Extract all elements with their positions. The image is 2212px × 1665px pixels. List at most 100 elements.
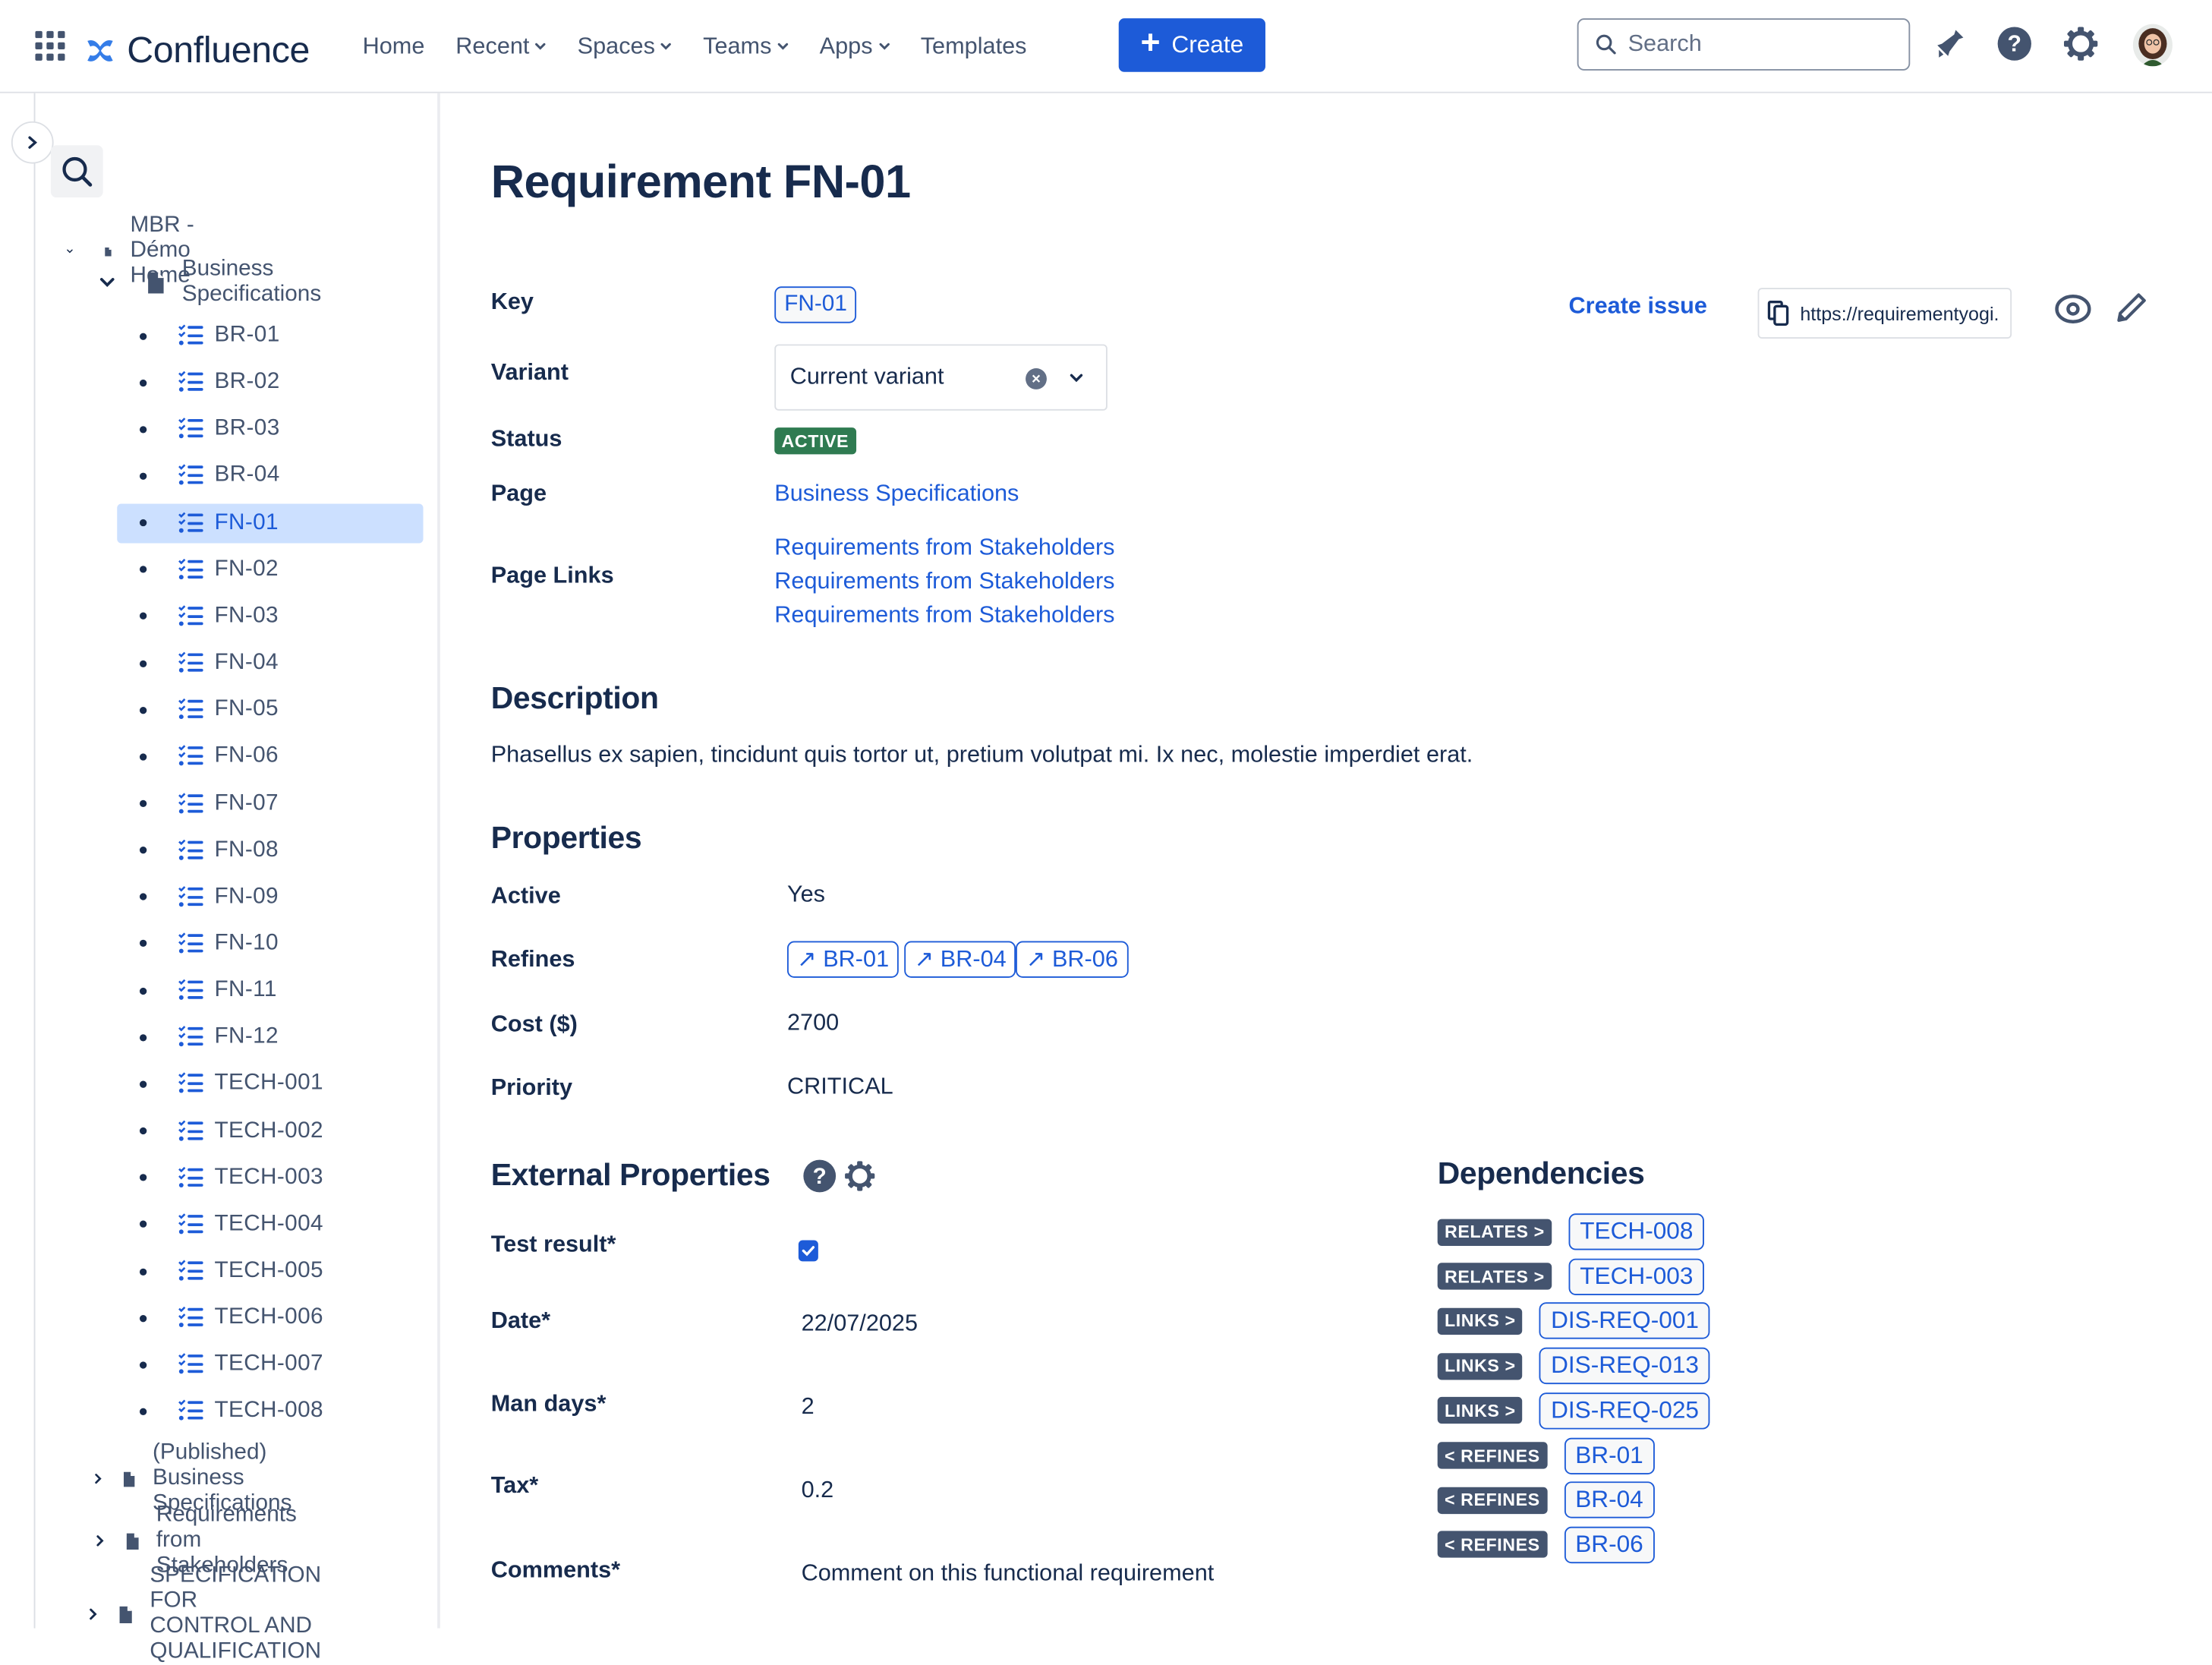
key-badge[interactable]: FN-01 xyxy=(774,286,857,323)
tree-item-fn-05[interactable]: FN-05 xyxy=(117,690,423,730)
dependency-link[interactable]: BR-01 xyxy=(1564,1436,1655,1474)
bullet-icon xyxy=(139,847,147,854)
tree-item-fn-09[interactable]: FN-09 xyxy=(117,878,423,917)
requirement-icon xyxy=(178,465,203,486)
dependency-type-badge: RELATES > xyxy=(1437,1263,1552,1290)
test-result-checkbox[interactable] xyxy=(798,1240,818,1262)
chevron-right-icon[interactable] xyxy=(93,1470,103,1487)
requirement-icon xyxy=(178,418,203,439)
requirement-icon xyxy=(178,1212,203,1235)
dependency-link[interactable]: DIS-REQ-013 xyxy=(1539,1347,1710,1385)
tree-item-tech-003[interactable]: TECH-003 xyxy=(117,1158,423,1197)
tree-item-fn-03[interactable]: FN-03 xyxy=(117,597,423,636)
nav-teams[interactable]: Teams xyxy=(703,28,789,65)
dependency-type-badge: LINKS > xyxy=(1437,1352,1523,1380)
chevron-down-icon xyxy=(661,43,672,50)
tree-item-br-01[interactable]: BR-01 xyxy=(117,316,423,355)
create-button[interactable]: + Create xyxy=(1118,18,1265,72)
tree-item-fn-10[interactable]: FN-10 xyxy=(117,924,423,963)
clear-icon[interactable]: × xyxy=(1026,368,1047,389)
help-icon[interactable]: ? xyxy=(1996,25,2033,61)
tree-item-tech-007[interactable]: TECH-007 xyxy=(117,1345,423,1385)
nav-home[interactable]: Home xyxy=(363,28,425,65)
variant-select[interactable]: Current variant × xyxy=(774,344,1108,411)
copy-url-field[interactable]: https://requirementyogi. xyxy=(1757,288,2012,339)
dependency-link[interactable]: DIS-REQ-001 xyxy=(1539,1303,1710,1340)
priority-value: CRITICAL xyxy=(786,1074,893,1099)
chevron-down-icon[interactable] xyxy=(1070,373,1084,384)
tree-item-fn-07[interactable]: FN-07 xyxy=(117,784,423,823)
dependency-row: RELATES > TECH-003 xyxy=(1437,1258,1705,1295)
page-link-item[interactable]: Requirements from Stakeholders xyxy=(774,535,1114,561)
tree-item-fn-02[interactable]: FN-02 xyxy=(117,550,423,589)
dependency-link[interactable]: BR-04 xyxy=(1564,1481,1655,1518)
page-link[interactable]: Business Specifications xyxy=(774,481,1019,508)
tree-item-fn-06[interactable]: FN-06 xyxy=(117,737,423,777)
nav-apps[interactable]: Apps xyxy=(820,28,890,65)
tree-item-fn-12[interactable]: FN-12 xyxy=(117,1017,423,1057)
dependency-link[interactable]: BR-06 xyxy=(1564,1526,1655,1563)
chevron-down-icon[interactable] xyxy=(99,275,115,289)
requirement-icon xyxy=(178,745,203,767)
confluence-logo[interactable]: Confluence xyxy=(85,28,310,72)
sidebar-search-button[interactable] xyxy=(50,145,103,198)
requirement-icon xyxy=(178,932,203,954)
tree-item-fn-11[interactable]: FN-11 xyxy=(117,971,423,1011)
dependency-row: RELATES > TECH-008 xyxy=(1437,1213,1705,1250)
description-heading: Description xyxy=(490,680,659,716)
nav-templates[interactable]: Templates xyxy=(921,28,1027,65)
search-input[interactable]: Search xyxy=(1577,18,1911,71)
tree-item-tech-002[interactable]: TECH-002 xyxy=(117,1112,423,1151)
tree-item-label: FN-04 xyxy=(214,650,279,675)
nav-recent[interactable]: Recent xyxy=(455,28,547,65)
app-switcher-icon[interactable] xyxy=(35,30,65,61)
dependency-link[interactable]: TECH-003 xyxy=(1568,1258,1705,1295)
tree-item-br-03[interactable]: BR-03 xyxy=(117,409,423,449)
refines-link[interactable]: ↗ BR-04 xyxy=(904,941,1016,978)
dependency-type-badge: < REFINES xyxy=(1437,1531,1548,1559)
tree-item-business-specifications[interactable]: Business Specifications xyxy=(99,257,321,307)
settings-icon[interactable] xyxy=(843,1160,876,1193)
page-title: Requirement FN-01 xyxy=(490,155,911,208)
dependency-link[interactable]: TECH-008 xyxy=(1568,1213,1705,1250)
requirement-icon xyxy=(178,371,203,393)
requirement-icon xyxy=(178,605,203,626)
tree-item-label: TECH-008 xyxy=(214,1399,323,1424)
notifications-icon[interactable] xyxy=(1931,25,1968,61)
tree-item-page[interactable]: SPECIFICATION FOR CONTROL AND QUALIFICATIO… xyxy=(87,1563,328,1665)
bullet-icon xyxy=(139,706,147,714)
tree-item-tech-008[interactable]: TECH-008 xyxy=(117,1392,423,1431)
chevron-down-icon[interactable] xyxy=(66,244,73,259)
tree-item-br-02[interactable]: BR-02 xyxy=(117,363,423,402)
edit-icon[interactable] xyxy=(2115,291,2149,325)
watch-icon[interactable] xyxy=(2054,292,2092,326)
tree-item-fn-01[interactable]: FN-01 xyxy=(117,503,424,543)
tree-item-tech-005[interactable]: TECH-005 xyxy=(117,1251,423,1291)
settings-icon[interactable] xyxy=(2062,25,2099,61)
page-link-item[interactable]: Requirements from Stakeholders xyxy=(774,569,1114,595)
create-issue-link[interactable]: Create issue xyxy=(1569,294,1707,320)
avatar[interactable] xyxy=(2132,24,2173,67)
refines-link[interactable]: ↗ BR-06 xyxy=(1016,941,1128,978)
chevron-right-icon[interactable] xyxy=(87,1606,99,1622)
help-icon[interactable]: ? xyxy=(802,1159,837,1194)
tree-item-br-04[interactable]: BR-04 xyxy=(117,456,423,496)
app-name: Confluence xyxy=(127,28,310,71)
tree-item-tech-001[interactable]: TECH-001 xyxy=(117,1064,423,1104)
dependency-link[interactable]: DIS-REQ-025 xyxy=(1539,1392,1710,1430)
tree-item-tech-006[interactable]: TECH-006 xyxy=(117,1298,423,1338)
page-link-item[interactable]: Requirements from Stakeholders xyxy=(774,603,1114,629)
nav-label: Teams xyxy=(703,33,772,59)
dependency-row: LINKS > DIS-REQ-001 xyxy=(1437,1303,1710,1340)
refines-link[interactable]: ↗ BR-01 xyxy=(786,941,900,978)
tree-item-label: TECH-002 xyxy=(214,1118,323,1143)
tree-item-fn-04[interactable]: FN-04 xyxy=(117,644,423,683)
date-label: Date* xyxy=(490,1307,551,1334)
tree-item-tech-004[interactable]: TECH-004 xyxy=(117,1205,423,1244)
expand-sidebar-button[interactable] xyxy=(11,121,54,164)
top-navigation-bar: Confluence Home Recent Spaces Teams Apps Temp… xyxy=(0,0,2212,93)
chevron-right-icon[interactable] xyxy=(95,1532,106,1549)
key-label: Key xyxy=(490,289,534,315)
tree-item-fn-08[interactable]: FN-08 xyxy=(117,831,423,870)
nav-spaces[interactable]: Spaces xyxy=(578,28,673,65)
